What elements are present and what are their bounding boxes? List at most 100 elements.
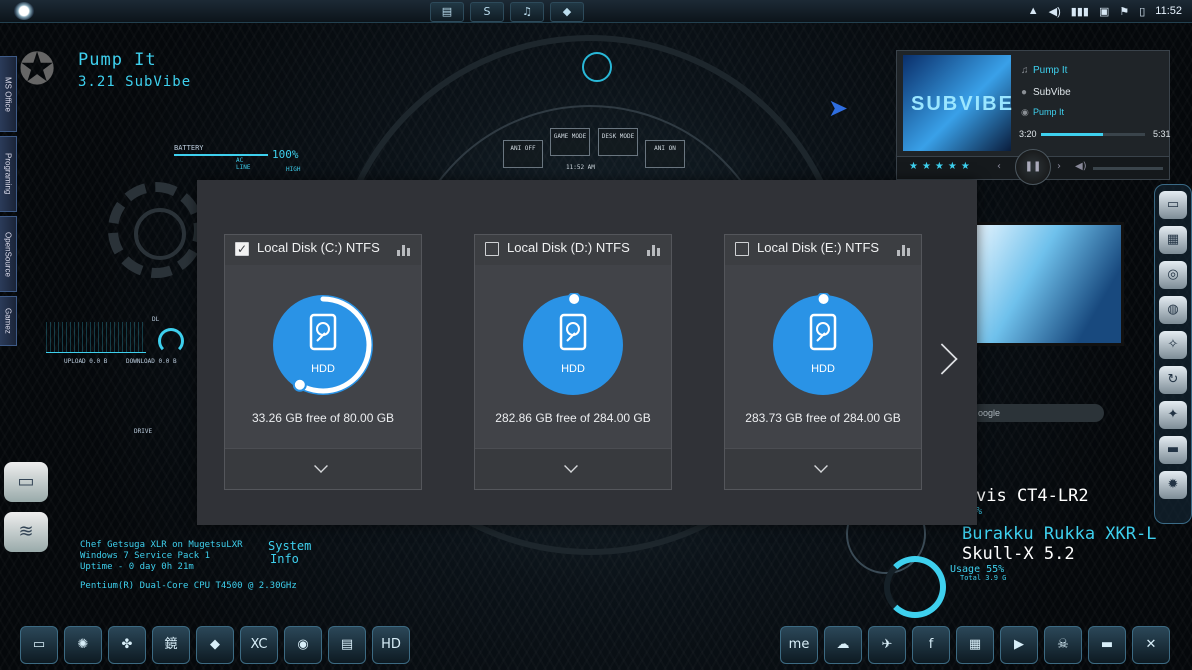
cloud-icon[interactable]: ☁ [824,626,862,664]
next-page-arrow-icon[interactable] [926,343,958,375]
tab-programing[interactable]: Programing [0,136,17,212]
music-player-icon[interactable]: ◉ [284,626,322,664]
fan-icon[interactable]: ✤ [108,626,146,664]
bird-icon[interactable]: ✈ [868,626,906,664]
hud-dial-knob-icon[interactable] [582,52,612,82]
volume-icon[interactable]: ◀) [1049,5,1061,18]
expand-button[interactable] [475,448,671,489]
previous-icon[interactable]: ‹ [997,161,1001,172]
pause-icon[interactable]: ❚❚ [1015,149,1051,185]
brand-label: Burakku Rukka XKR-L [962,524,1157,544]
kanji-icon[interactable]: 鏡 [152,626,190,664]
drive-icon[interactable]: ▭ [4,462,48,502]
flag-icon[interactable]: ⚑ [1119,5,1129,18]
printer-icon[interactable]: ▤ [328,626,366,664]
hd-icon[interactable]: HD [372,626,410,664]
sysinfo-title-line2: Info [270,552,299,566]
disk-checkbox[interactable] [735,242,749,256]
disk-svg [523,293,623,395]
disk-card-c[interactable]: ✓ Local Disk (C:) NTFS HDD 33.26 GB free… [224,234,422,490]
disk-usage-graphic: HDD [771,293,875,397]
sysinfo-line: Uptime - 0 day 0h 21m [80,562,194,572]
sysinfo-line: Chef Getsuga XLR on MugetsuLXR [80,540,243,550]
disk-icon[interactable]: ▭ [1159,191,1187,219]
player-progress[interactable] [1041,133,1145,136]
player-volume-bar[interactable] [1093,167,1163,170]
rating-stars[interactable]: ★★★★★ [909,161,974,172]
expand-button[interactable] [725,448,921,489]
disk-circle [273,295,373,395]
monitor-icon[interactable]: ▭ [20,626,58,664]
photo-icon[interactable]: ▦ [1159,226,1187,254]
disk-card-d[interactable]: Local Disk (D:) NTFS HDD 282.86 GB free … [474,234,672,490]
disk-card-header: ✓ Local Disk (C:) NTFS [225,235,421,265]
desk-mode-button[interactable]: DESK MODE [598,128,638,156]
volume-small-icon[interactable]: ◀) [1075,161,1087,172]
folder-icon[interactable]: ▤ [430,2,464,22]
launch-icon[interactable]: ✦ [1159,401,1187,429]
disk-circle [773,295,873,395]
bottom-dock-right: me ☁ ✈ f ▦ ▶ ☠ ▬ ✕ [780,626,1170,666]
disk-card-header: Local Disk (E:) NTFS [725,235,921,265]
dl-label: DL [152,316,160,323]
disk-label: Local Disk (D:) NTFS [507,240,630,255]
bar-chart-icon[interactable] [647,244,663,256]
navigation-arrow-icon: ➤ [828,94,849,122]
network-icon[interactable]: ▣ [1099,5,1109,18]
disc-icon: ◉ [1021,107,1029,117]
tray-clock[interactable]: 11:52 [1155,5,1182,17]
screen-icon[interactable]: ▬ [1159,436,1187,464]
skull-icon[interactable]: ☠ [1044,626,1082,664]
widget-song-subtitle: 3.21 SubVibe [78,74,192,90]
widget-song-title: Pump It [78,50,157,70]
battery-icon[interactable]: ▯ [1139,5,1145,18]
tools-icon[interactable]: ✕ [1132,626,1170,664]
battery-level: HIGH [286,166,301,173]
hdd-label: HDD [811,363,835,375]
settings-icon[interactable]: ✺ [64,626,102,664]
compass-icon[interactable]: ✧ [1159,331,1187,359]
disk-card-e[interactable]: Local Disk (E:) NTFS HDD 283.73 GB free … [724,234,922,490]
tab-opensource[interactable]: OpenSource [0,216,17,292]
flame-icon[interactable]: ✹ [1159,471,1187,499]
xc-icon[interactable]: XC [240,626,278,664]
me-icon[interactable]: me [780,626,818,664]
game-mode-button[interactable]: GAME MODE [550,128,590,156]
disk-checkbox[interactable]: ✓ [235,242,249,256]
battery-bar [174,154,268,156]
globe-icon[interactable]: ◍ [1159,296,1187,324]
media-player: SUBVIBE ♫ Pump It ● SubVibe ◉ Pump It 3:20 … [896,50,1171,185]
tab-gamez[interactable]: Gamez [0,296,17,346]
drive-bay-icon[interactable]: ▬ [1088,626,1126,664]
signal-icon[interactable]: ▮▮▮ [1071,5,1089,18]
disk-checkbox[interactable] [485,242,499,256]
tray-arrow-icon[interactable]: ▲ [1028,5,1039,17]
launcher-tabs: MS Office Programing OpenSource Gamez [0,56,17,350]
download-readout: DOWNLOAD 0.0 B [126,358,177,365]
bar-chart-icon[interactable] [397,244,413,256]
player-elapsed: 3:20 [1019,129,1037,139]
system-tray: ▲ ◀) ▮▮▮ ▣ ⚑ ▯ 11:52 [1028,0,1182,22]
wifi-drive-icon[interactable]: ≋ [4,512,48,552]
music-icon[interactable]: ♫ [510,2,544,22]
skype-icon[interactable]: S [470,2,504,22]
google-search-input[interactable]: oogle [970,404,1104,422]
chevron-down-icon [314,459,328,473]
disk-usage-knob [816,293,831,307]
game-icon[interactable]: ▦ [956,626,994,664]
drop-icon[interactable]: ◆ [550,2,584,22]
youtube-icon[interactable]: ▶ [1000,626,1038,664]
expand-button[interactable] [225,448,421,489]
battery-source: AC LINE [236,157,251,171]
ani-off-button[interactable]: ANI OFF [503,140,543,168]
next-icon[interactable]: › [1057,161,1061,172]
disk-usage-graphic: HDD [271,293,375,397]
water-icon[interactable]: ◆ [196,626,234,664]
start-orb-icon[interactable] [14,2,34,20]
bar-chart-icon[interactable] [897,244,913,256]
cd-icon[interactable]: ◎ [1159,261,1187,289]
ani-on-button[interactable]: ANI ON [645,140,685,168]
battery-widget: BATTERY 100% AC LINE HIGH [174,144,300,173]
refresh-icon[interactable]: ↻ [1159,366,1187,394]
facebook-icon[interactable]: f [912,626,950,664]
